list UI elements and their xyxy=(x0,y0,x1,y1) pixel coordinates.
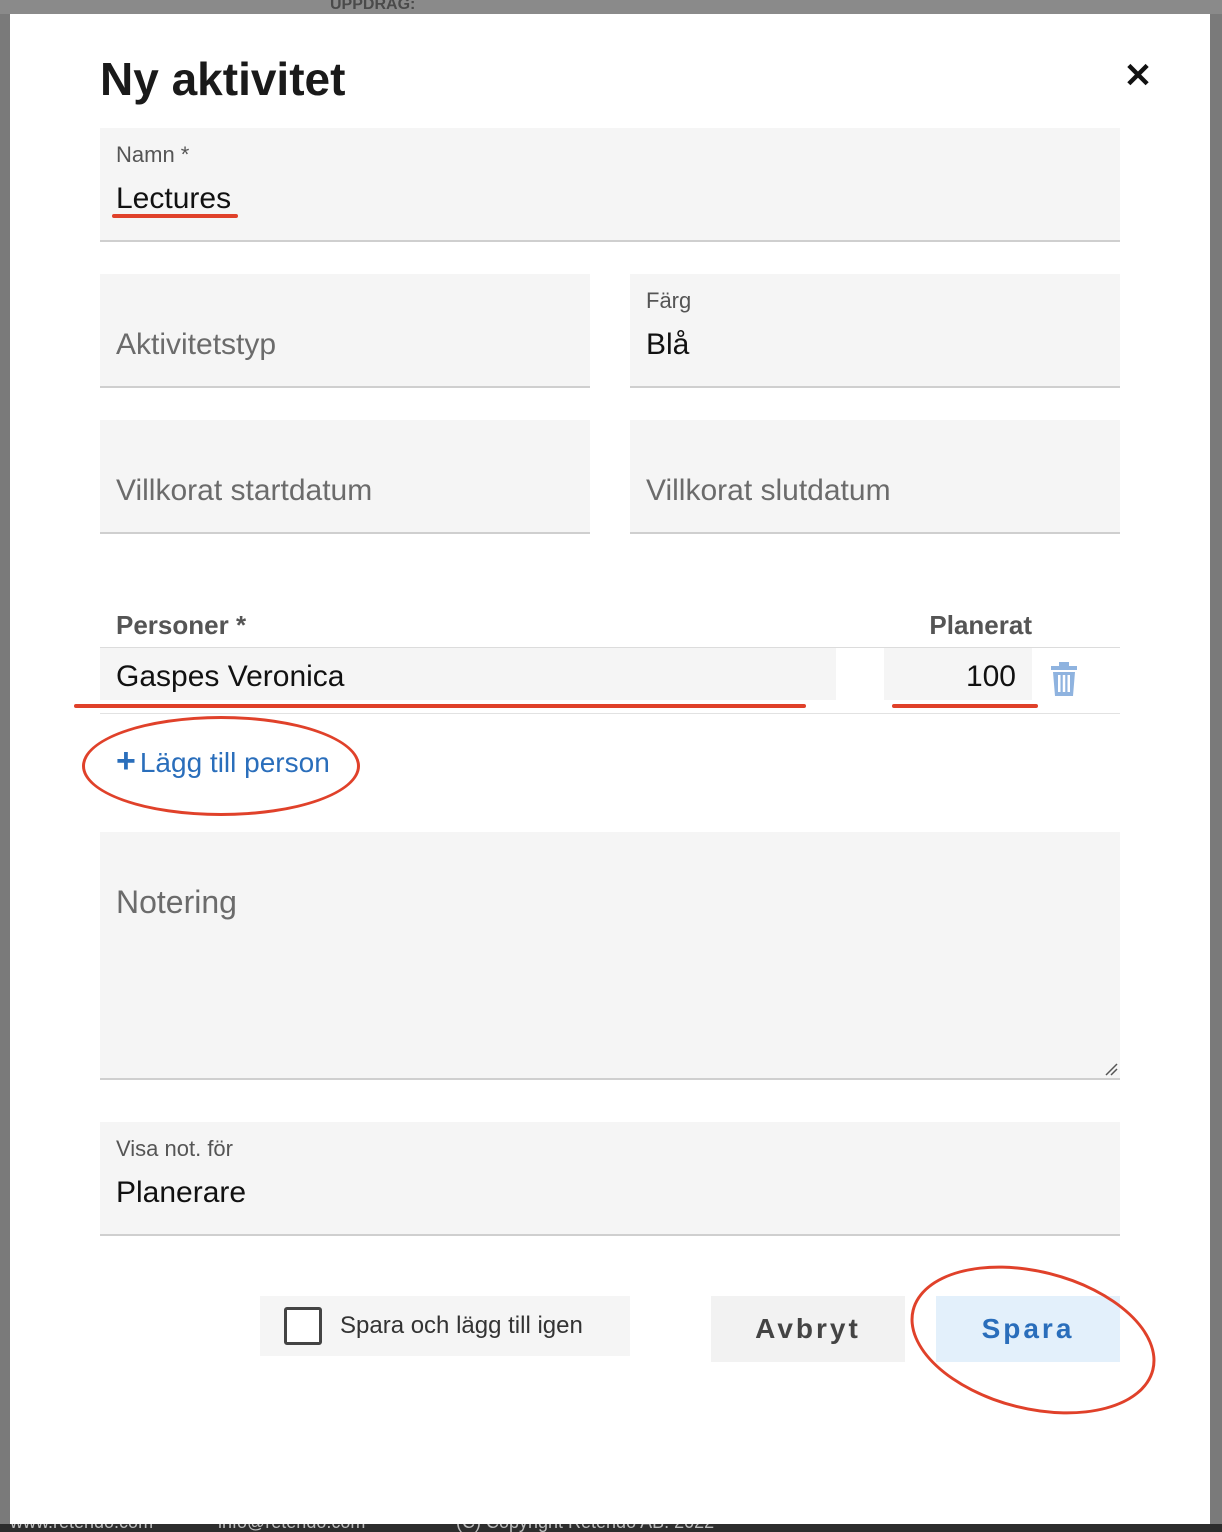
notes-placeholder: Notering xyxy=(116,884,237,920)
trash-icon[interactable] xyxy=(1050,662,1078,696)
dialog-title: Ny aktivitet xyxy=(100,53,346,105)
background-section-label: UPPDRAG: xyxy=(330,0,416,13)
person-name-value: Gaspes Veronica xyxy=(116,660,345,693)
start-date-field[interactable]: Villkorat startdatum xyxy=(100,420,590,534)
visibility-field-label: Visa not. för xyxy=(116,1136,233,1161)
annotation-underline-person xyxy=(74,704,806,708)
annotation-underline-planned xyxy=(892,704,1038,708)
planned-input[interactable]: 100 xyxy=(884,648,1032,700)
background-header: UPPDRAG: xyxy=(0,0,1222,14)
planned-header-label: Planerat xyxy=(929,610,1032,640)
end-date-placeholder: Villkorat slutdatum xyxy=(646,474,891,507)
end-date-field[interactable]: Villkorat slutdatum xyxy=(630,420,1120,534)
person-name-input[interactable]: Gaspes Veronica xyxy=(100,648,836,700)
add-person-label: Lägg till person xyxy=(139,747,330,778)
color-field-label: Färg xyxy=(646,288,692,313)
name-field-value: Lectures xyxy=(116,182,232,215)
resize-handle-icon[interactable] xyxy=(1104,1062,1118,1076)
name-field[interactable]: Namn * Lectures xyxy=(100,128,1120,242)
visibility-field[interactable]: Visa not. för Planerare xyxy=(100,1122,1120,1236)
name-field-label: Namn * xyxy=(116,142,190,167)
color-field-value: Blå xyxy=(646,328,690,361)
start-date-placeholder: Villkorat startdatum xyxy=(116,474,373,507)
activity-type-placeholder: Aktivitetstyp xyxy=(116,328,277,361)
activity-type-field[interactable]: Aktivitetstyp xyxy=(100,274,590,388)
persons-header: Personer * Planerat xyxy=(100,606,1120,648)
planned-value: 100 xyxy=(965,660,1016,693)
notes-textarea[interactable]: Notering xyxy=(100,832,1120,1080)
background-footer: www.retendo.com info@retendo.com (C) Cop… xyxy=(0,1512,1222,1532)
color-field[interactable]: Färg Blå xyxy=(630,274,1120,388)
persons-header-label: Personer * xyxy=(116,610,247,640)
close-icon[interactable]: ✕ xyxy=(1120,58,1156,94)
save-and-add-again-checkbox[interactable]: Spara och lägg till igen xyxy=(260,1296,630,1356)
visibility-field-value: Planerare xyxy=(116,1176,247,1209)
annotation-underline-name xyxy=(112,214,238,218)
checkbox-box[interactable] xyxy=(284,1307,322,1345)
new-activity-dialog: Ny aktivitet ✕ Namn * Lectures Aktivitet… xyxy=(10,14,1210,1524)
add-person-link[interactable]: + Lägg till person xyxy=(116,742,330,781)
save-and-add-again-label: Spara och lägg till igen xyxy=(340,1312,583,1339)
cancel-button[interactable]: Avbryt xyxy=(711,1296,905,1362)
plus-icon: + xyxy=(116,742,136,780)
save-button[interactable]: Spara xyxy=(936,1296,1120,1362)
